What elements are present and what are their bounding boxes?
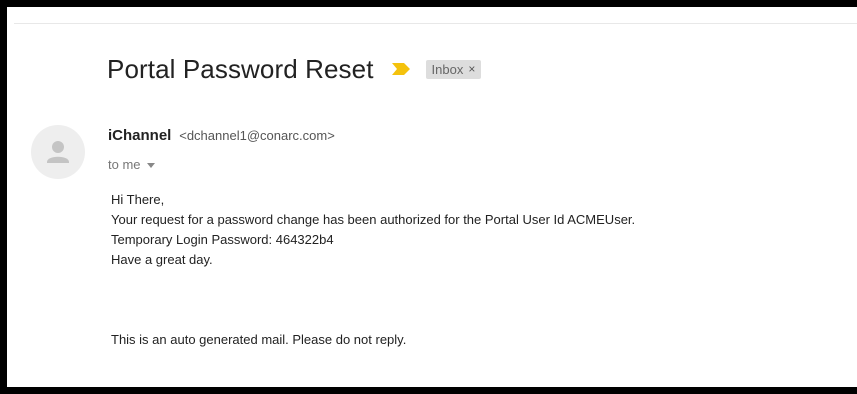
importance-marker-icon[interactable] xyxy=(390,61,412,77)
sender-name[interactable]: iChannel xyxy=(108,127,171,144)
recipient-line[interactable]: to me xyxy=(108,157,155,172)
sender-avatar[interactable] xyxy=(31,125,85,179)
email-body: Hi There, Your request for a password ch… xyxy=(111,190,811,270)
remove-label-icon[interactable]: × xyxy=(468,62,475,76)
sender-email: <dchannel1@conarc.com> xyxy=(179,128,335,143)
sender-line: iChannel <dchannel1@conarc.com> xyxy=(108,127,335,144)
email-view: Portal Password Reset Inbox × iChannel <… xyxy=(0,0,857,394)
label-chip-text: Inbox xyxy=(431,61,464,77)
subject-row: Portal Password Reset Inbox × xyxy=(107,51,482,87)
body-line: Your request for a password change has b… xyxy=(111,212,636,227)
body-line: Temporary Login Password: 464322b4 xyxy=(111,232,334,247)
body-line: Hi There, xyxy=(111,192,165,207)
auto-generated-note: This is an auto generated mail. Please d… xyxy=(111,332,407,347)
body-line: Have a great day. xyxy=(111,252,213,267)
default-avatar-icon xyxy=(47,141,69,163)
chevron-down-icon[interactable] xyxy=(146,163,155,168)
recipient-text: to me xyxy=(108,157,141,172)
email-subject: Portal Password Reset xyxy=(107,53,374,84)
label-chip-inbox[interactable]: Inbox × xyxy=(425,59,482,79)
top-divider xyxy=(14,23,857,24)
